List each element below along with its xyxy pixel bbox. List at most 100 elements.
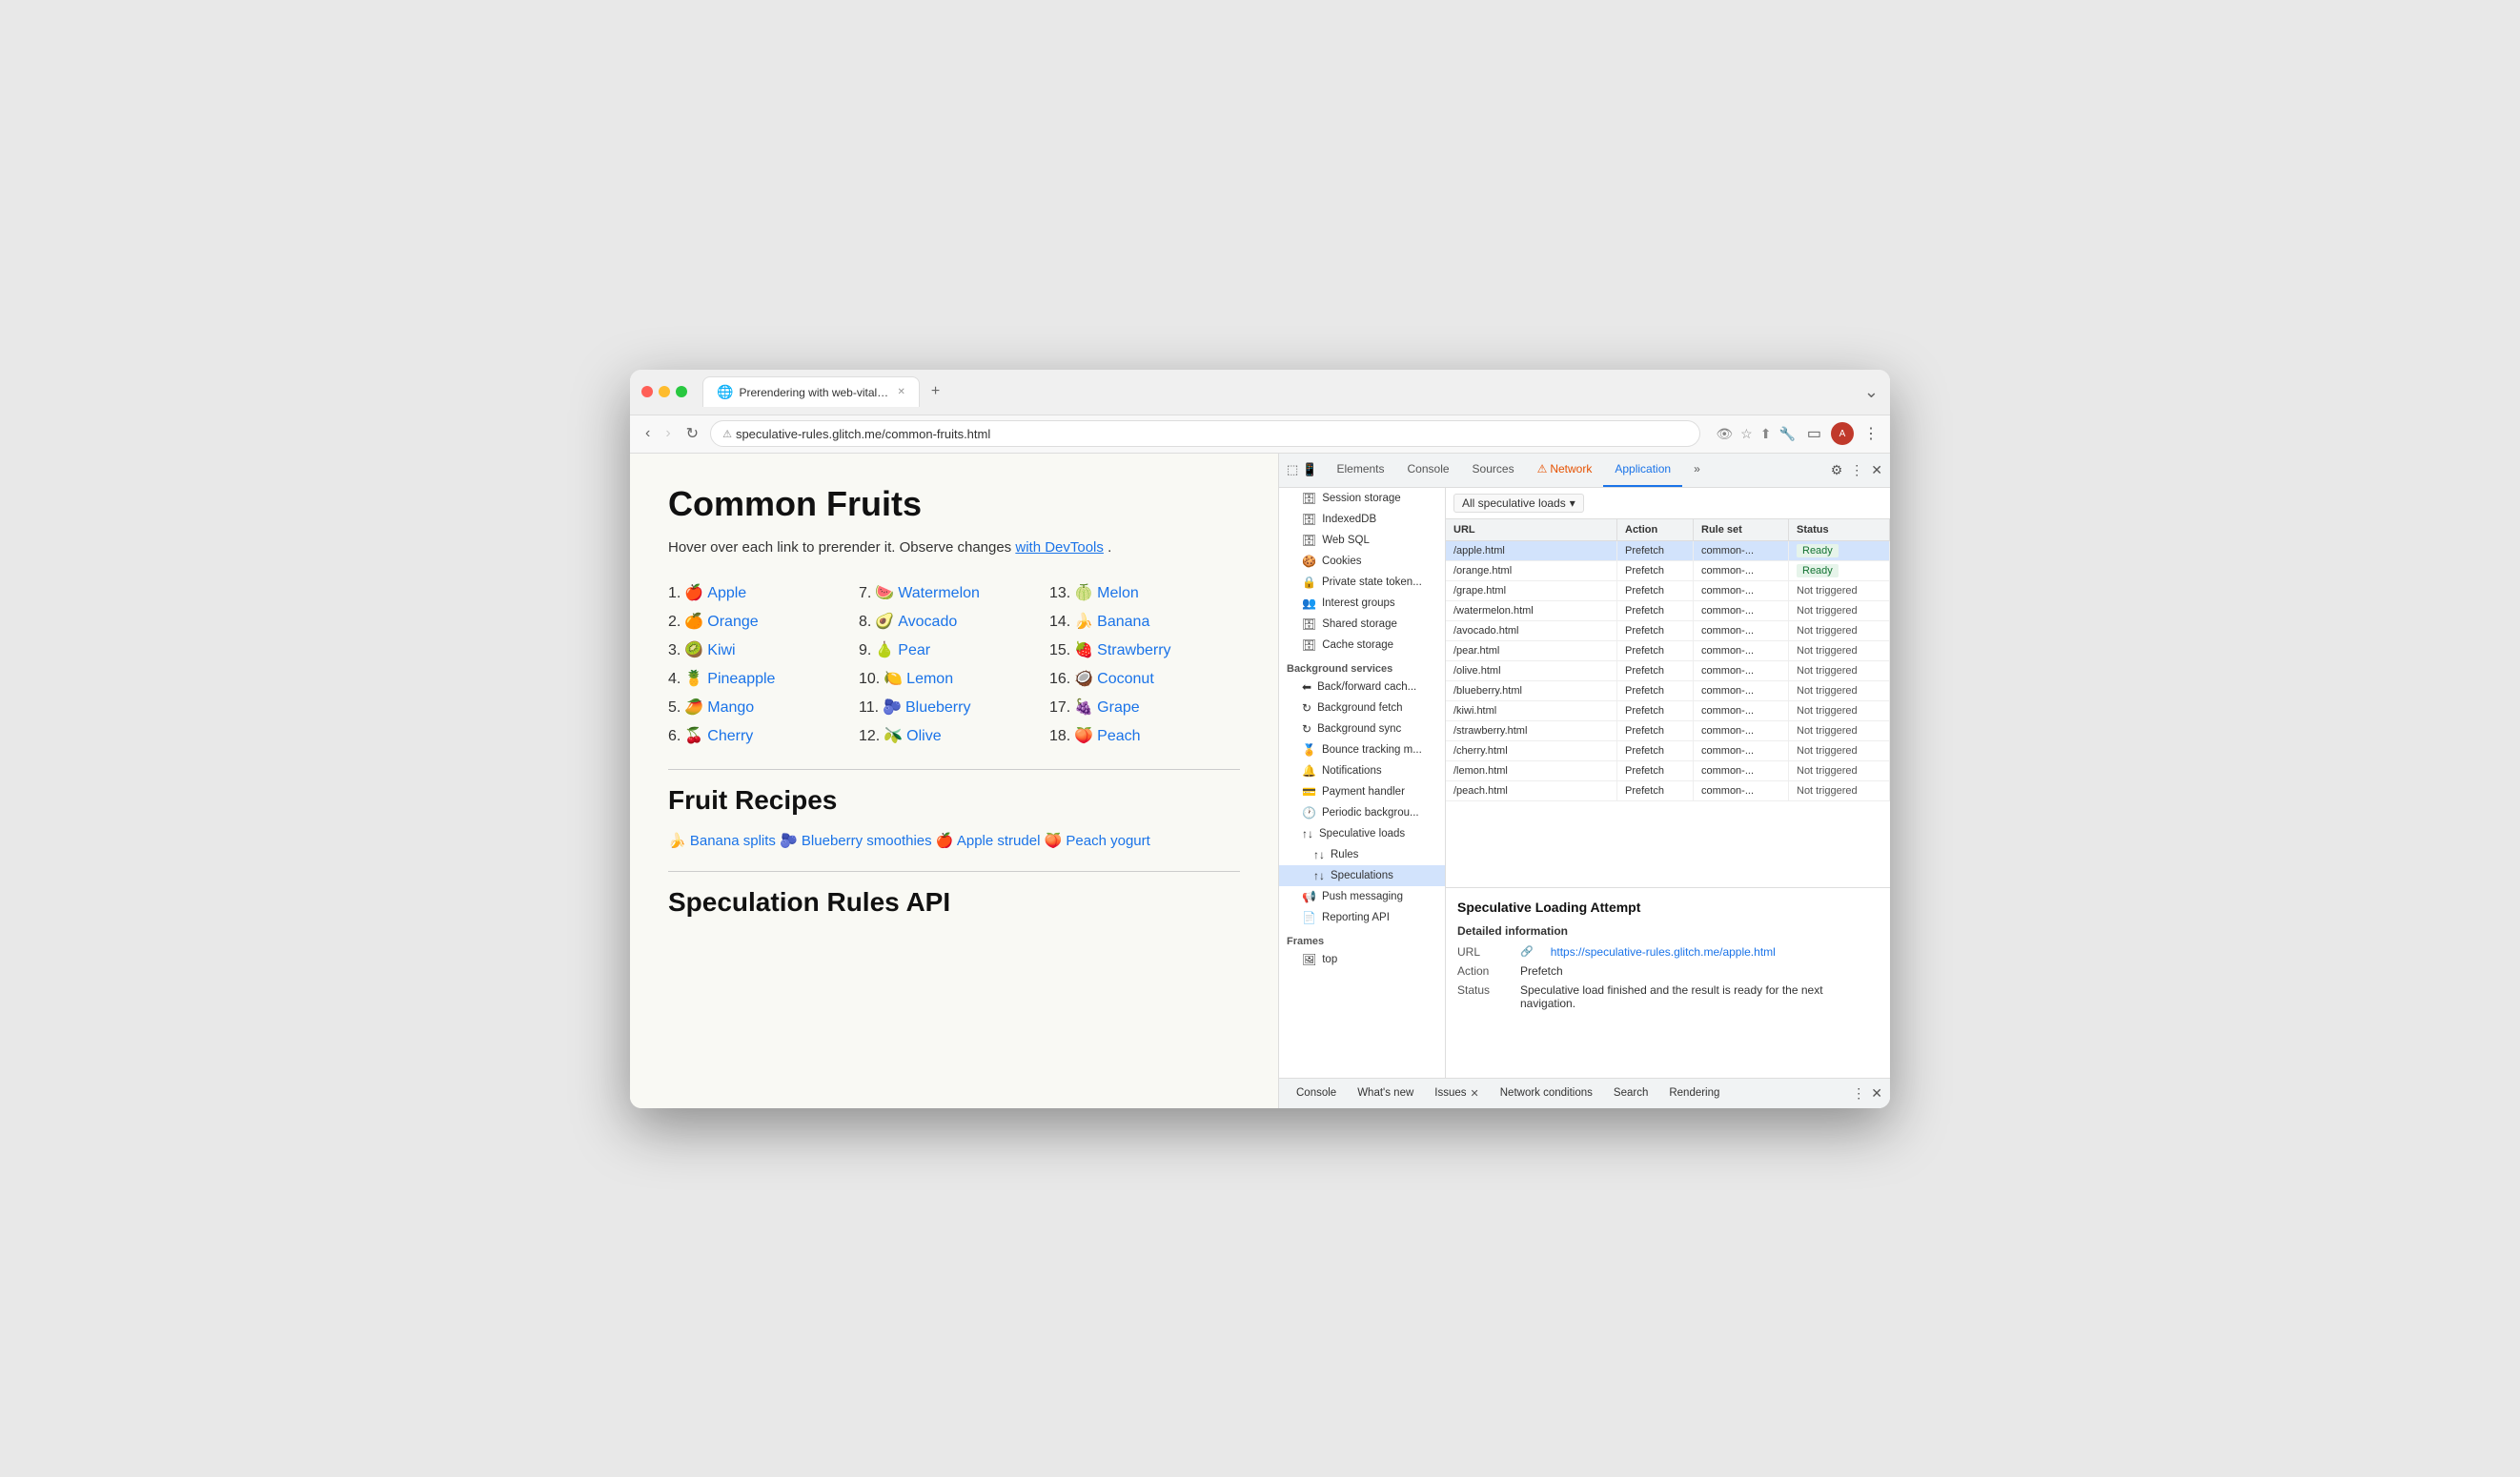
- sidebar-item[interactable]: 🕐Periodic backgrou...: [1279, 802, 1445, 823]
- tab-application[interactable]: Application: [1603, 454, 1682, 488]
- fruit-link[interactable]: Watermelon: [898, 585, 980, 601]
- fruit-link[interactable]: Pear: [898, 642, 930, 658]
- recipe-link[interactable]: 🫐 Blueberry smoothies: [780, 833, 932, 849]
- table-row[interactable]: /grape.html Prefetch common-... Not trig…: [1446, 581, 1890, 601]
- devtools-kebab-icon[interactable]: ⋮: [1850, 462, 1863, 478]
- table-row[interactable]: /pear.html Prefetch common-... Not trigg…: [1446, 641, 1890, 661]
- devtools-close-icon[interactable]: ✕: [1871, 462, 1882, 478]
- recipe-link[interactable]: 🍎 Apple strudel: [936, 833, 1041, 849]
- profile-avatar[interactable]: A: [1831, 422, 1854, 445]
- tab-close-icon[interactable]: ✕: [1471, 1087, 1479, 1100]
- sidebar-item[interactable]: 🗄IndexedDB: [1279, 509, 1445, 530]
- table-row[interactable]: /strawberry.html Prefetch common-... Not…: [1446, 721, 1890, 741]
- recipe-link[interactable]: 🍌 Banana splits: [668, 833, 776, 849]
- bottom-tab-issues[interactable]: Issues ✕: [1425, 1083, 1488, 1103]
- new-tab-button[interactable]: +: [924, 379, 947, 404]
- tab-close-icon[interactable]: ✕: [897, 387, 904, 397]
- sidebar-item[interactable]: 🔔Notifications: [1279, 760, 1445, 781]
- sidebar-item[interactable]: 🖼top: [1279, 949, 1445, 970]
- fruit-link[interactable]: Orange: [707, 614, 758, 630]
- bottom-tab-rendering[interactable]: Rendering: [1659, 1083, 1729, 1103]
- share-icon[interactable]: ⬆: [1760, 426, 1772, 442]
- fruit-link[interactable]: Cherry: [707, 728, 753, 744]
- recipe-link[interactable]: 🍑 Peach yogurt: [1045, 833, 1150, 849]
- table-row[interactable]: /orange.html Prefetch common-... Ready: [1446, 561, 1890, 581]
- sidebar-item[interactable]: ⬅Back/forward cach...: [1279, 677, 1445, 698]
- sidebar-item[interactable]: 📄Reporting API: [1279, 907, 1445, 928]
- active-tab[interactable]: 🌐 Prerendering with web-vitals... ✕: [702, 376, 920, 407]
- bottom-close-icon[interactable]: ✕: [1871, 1085, 1882, 1102]
- extension-icon[interactable]: 🔧: [1778, 426, 1795, 442]
- eye-slash-icon[interactable]: 👁: [1716, 426, 1733, 442]
- detail-url-link[interactable]: https://speculative-rules.glitch.me/appl…: [1551, 945, 1776, 959]
- tab-chevron-icon[interactable]: ⌄: [1864, 382, 1879, 402]
- sidebar-item[interactable]: ↻Background sync: [1279, 718, 1445, 739]
- fruit-link[interactable]: Melon: [1097, 585, 1139, 601]
- url-bar[interactable]: ⚠ speculative-rules.glitch.me/common-fru…: [710, 420, 1700, 447]
- fruit-link[interactable]: Kiwi: [707, 642, 735, 658]
- fullscreen-traffic-light[interactable]: [676, 386, 687, 397]
- bottom-tab-search[interactable]: Search: [1604, 1083, 1657, 1103]
- back-button[interactable]: ‹: [641, 423, 654, 444]
- fruit-link[interactable]: Strawberry: [1097, 642, 1170, 658]
- star-icon[interactable]: ☆: [1740, 426, 1753, 442]
- sidebar-item[interactable]: 👥Interest groups: [1279, 593, 1445, 614]
- col-status[interactable]: Status: [1789, 519, 1890, 540]
- table-row[interactable]: /avocado.html Prefetch common-... Not tr…: [1446, 621, 1890, 641]
- col-action[interactable]: Action: [1617, 519, 1694, 540]
- fruit-link[interactable]: Olive: [906, 728, 941, 744]
- tab-more[interactable]: »: [1682, 454, 1712, 488]
- fruit-link[interactable]: Banana: [1097, 614, 1149, 630]
- sidebar-item[interactable]: 🗄Cache storage: [1279, 635, 1445, 656]
- sidebar-item[interactable]: 🗄Shared storage: [1279, 614, 1445, 635]
- sidebar-item[interactable]: ↑↓Speculations: [1279, 865, 1445, 886]
- sidebar-icon[interactable]: ▭: [1807, 424, 1821, 443]
- table-row[interactable]: /watermelon.html Prefetch common-... Not…: [1446, 601, 1890, 621]
- fruit-link[interactable]: Avocado: [898, 614, 957, 630]
- sidebar-item[interactable]: 🗄Web SQL: [1279, 530, 1445, 551]
- fruit-link[interactable]: Grape: [1097, 699, 1139, 716]
- sidebar-item[interactable]: ↑↓Speculative loads: [1279, 823, 1445, 844]
- bottom-tab-console[interactable]: Console: [1287, 1083, 1346, 1103]
- fruit-link[interactable]: Pineapple: [707, 671, 775, 687]
- table-row[interactable]: /apple.html Prefetch common-... Ready: [1446, 541, 1890, 561]
- bottom-kebab-icon[interactable]: ⋮: [1852, 1085, 1865, 1102]
- forward-button[interactable]: ›: [661, 423, 674, 444]
- fruit-link[interactable]: Mango: [707, 699, 754, 716]
- table-row[interactable]: /cherry.html Prefetch common-... Not tri…: [1446, 741, 1890, 761]
- sidebar-item[interactable]: 📢Push messaging: [1279, 886, 1445, 907]
- bottom-tab-what's-new[interactable]: What's new: [1348, 1083, 1423, 1103]
- close-traffic-light[interactable]: [641, 386, 653, 397]
- speculative-dropdown[interactable]: All speculative loads ▾: [1453, 494, 1584, 513]
- sidebar-item[interactable]: 🍪Cookies: [1279, 551, 1445, 572]
- tab-network[interactable]: ⚠ Network: [1526, 454, 1604, 488]
- devtools-device-icon[interactable]: 📱: [1302, 462, 1317, 477]
- sidebar-item[interactable]: 🏅Bounce tracking m...: [1279, 739, 1445, 760]
- more-options-icon[interactable]: ⋮: [1863, 424, 1879, 443]
- devtools-link[interactable]: with DevTools: [1015, 539, 1104, 556]
- fruit-link[interactable]: Coconut: [1097, 671, 1154, 687]
- reload-button[interactable]: ↻: [682, 422, 702, 445]
- fruit-link[interactable]: Lemon: [906, 671, 953, 687]
- loads-table[interactable]: URL Action Rule set Status /apple.html P…: [1446, 519, 1890, 887]
- sidebar-item[interactable]: ↻Background fetch: [1279, 698, 1445, 718]
- fruit-link[interactable]: Apple: [707, 585, 746, 601]
- bottom-tab-network-conditions[interactable]: Network conditions: [1491, 1083, 1602, 1103]
- sidebar-item[interactable]: 🗄Session storage: [1279, 488, 1445, 509]
- table-row[interactable]: /peach.html Prefetch common-... Not trig…: [1446, 781, 1890, 801]
- table-row[interactable]: /blueberry.html Prefetch common-... Not …: [1446, 681, 1890, 701]
- col-url[interactable]: URL: [1446, 519, 1617, 540]
- col-ruleset[interactable]: Rule set: [1694, 519, 1789, 540]
- sidebar-item[interactable]: ↑↓Rules: [1279, 844, 1445, 865]
- sidebar-item[interactable]: 🔒Private state token...: [1279, 572, 1445, 593]
- minimize-traffic-light[interactable]: [659, 386, 670, 397]
- devtools-settings-icon[interactable]: ⚙: [1831, 462, 1843, 478]
- table-row[interactable]: /olive.html Prefetch common-... Not trig…: [1446, 661, 1890, 681]
- fruit-link[interactable]: Blueberry: [905, 699, 970, 716]
- table-row[interactable]: /kiwi.html Prefetch common-... Not trigg…: [1446, 701, 1890, 721]
- fruit-link[interactable]: Peach: [1097, 728, 1140, 744]
- devtools-inspect-icon[interactable]: ⬚: [1287, 462, 1298, 477]
- sidebar-item[interactable]: 💳Payment handler: [1279, 781, 1445, 802]
- tab-console[interactable]: Console: [1396, 454, 1461, 488]
- tab-elements[interactable]: Elements: [1325, 454, 1395, 488]
